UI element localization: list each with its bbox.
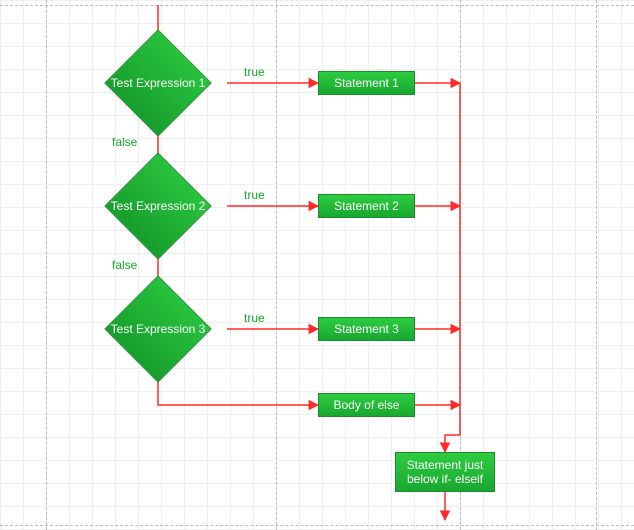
guide-left: [46, 0, 47, 530]
decision-test-expression-1: Test Expression 1: [120, 45, 196, 121]
edge-label-true: true: [244, 311, 265, 325]
edge-label-false: false: [112, 135, 137, 149]
canvas-grid: [0, 0, 634, 530]
guide-bottom: [0, 525, 634, 526]
decision-label: Test Expression 1: [120, 45, 196, 121]
guide-mid2: [460, 0, 461, 530]
edge-label-false: false: [112, 258, 137, 272]
guide-top: [0, 5, 634, 6]
decision-test-expression-2: Test Expression 2: [120, 168, 196, 244]
guide-mid: [276, 0, 277, 530]
decision-label: Test Expression 3: [120, 291, 196, 367]
edge-label-true: true: [244, 188, 265, 202]
decision-test-expression-3: Test Expression 3: [120, 291, 196, 367]
guide-right: [596, 0, 597, 530]
edge-label-true: true: [244, 65, 265, 79]
decision-label: Test Expression 2: [120, 168, 196, 244]
